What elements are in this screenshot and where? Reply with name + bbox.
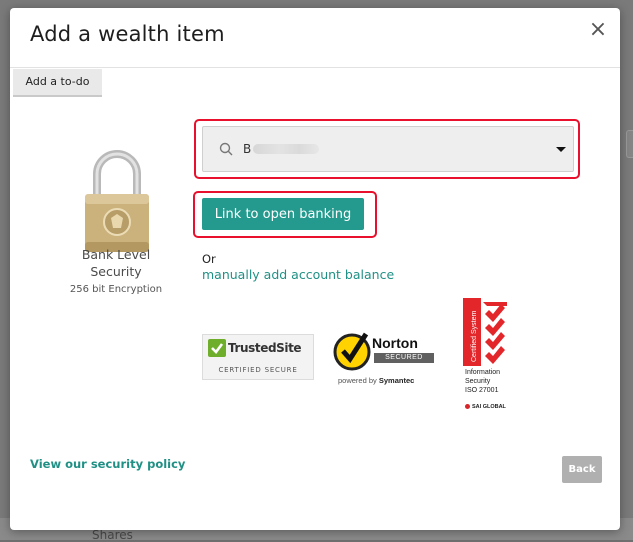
back-button[interactable]: Back (562, 456, 602, 483)
iso-vertical-text: Certified System (471, 310, 478, 362)
link-to-open-banking-button[interactable]: Link to open banking (202, 198, 364, 230)
norton-powered-by: powered by Symantec (338, 376, 415, 385)
norton-name: Norton (372, 335, 418, 351)
padlock-icon (85, 150, 149, 252)
sai-global-label: SAI GLOBAL (465, 404, 506, 410)
norton-secured-label: SECURED (374, 353, 434, 363)
add-todo-tab[interactable]: Add a to-do (13, 69, 102, 97)
trustedsite-badge: TrustedSite CERTIFIED SECURE (202, 334, 314, 380)
norton-secured-badge: Norton SECURED powered by Symantec (332, 328, 442, 390)
modal-title: Add a wealth item (30, 22, 225, 46)
or-label: Or (202, 252, 216, 266)
background-edge-control (626, 130, 633, 158)
norton-check-icon (333, 332, 371, 371)
bank-level-security-label: Bank Level Security (81, 247, 151, 279)
search-icon (219, 142, 233, 156)
iso-27001-badge: Certified System Information Security IS… (463, 298, 523, 413)
header-divider (10, 67, 620, 68)
iso-certified-mark: Certified System (463, 298, 507, 366)
institution-select[interactable]: B (202, 126, 574, 172)
redacted-text (253, 144, 319, 154)
add-wealth-item-modal: Add a wealth item × Add a to-do Bank Lev… (10, 8, 620, 530)
trustedsite-subtitle: CERTIFIED SECURE (218, 366, 298, 374)
close-icon[interactable]: × (588, 19, 608, 41)
manual-balance-link[interactable]: manually add account balance (202, 267, 394, 282)
institution-select-value: B (243, 142, 252, 156)
iso-description: Information Security ISO 27001 (465, 369, 501, 394)
security-policy-link[interactable]: View our security policy (30, 457, 185, 471)
caret-down-icon (556, 147, 566, 152)
sai-global-icon (465, 404, 470, 410)
checkmark-icon (208, 339, 226, 357)
trustedsite-name: TrustedSite (228, 341, 302, 355)
encryption-label: 256 bit Encryption (69, 284, 163, 295)
